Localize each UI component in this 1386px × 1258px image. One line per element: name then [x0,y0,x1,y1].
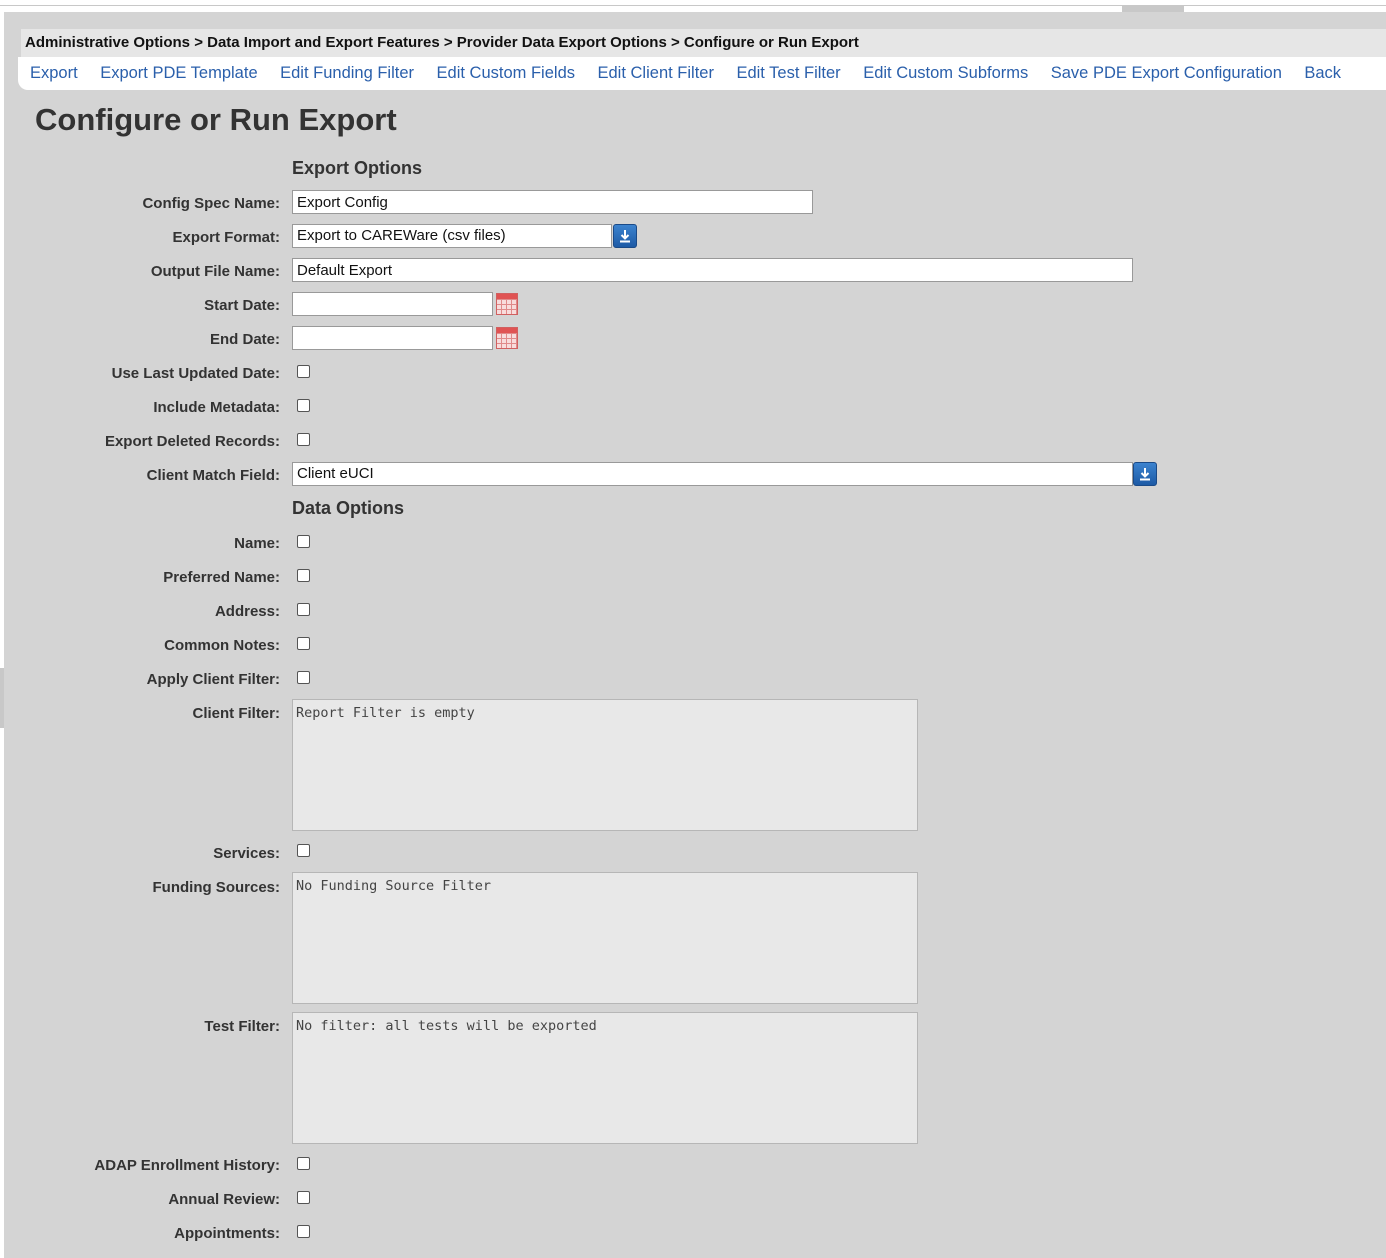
menu-save-pde-export-configuration[interactable]: Save PDE Export Configuration [1051,64,1282,83]
adap-enrollment-history-label: ADAP Enrollment History: [94,1157,280,1174]
use-last-updated-date-checkbox[interactable] [297,365,310,378]
menu-back[interactable]: Back [1304,64,1341,83]
common-notes-label: Common Notes: [164,637,280,654]
breadcrumb: Administrative Options > Data Import and… [21,29,1386,57]
top-strip [0,0,1386,12]
funding-sources-label: Funding Sources: [152,879,281,896]
menu-export[interactable]: Export [30,64,78,83]
preferred-name-checkbox[interactable] [297,569,310,582]
menu-edit-test-filter[interactable]: Edit Test Filter [736,64,840,83]
top-scroll-tab[interactable] [1122,5,1184,12]
output-file-name-label: Output File Name: [150,263,280,280]
preferred-name-label: Preferred Name: [163,569,280,586]
menu-export-pde-template[interactable]: Export PDE Template [100,64,257,83]
services-label: Services: [213,845,280,862]
funding-sources-textarea[interactable]: No Funding Source Filter [292,872,918,1004]
export-options-heading: Export Options [292,158,422,178]
end-date-label: End Date: [209,331,280,348]
address-checkbox[interactable] [297,603,310,616]
menu-edit-funding-filter[interactable]: Edit Funding Filter [280,64,414,83]
page-title: Configure or Run Export [35,102,397,137]
client-match-field-dropdown-button[interactable] [1133,462,1157,486]
start-date-calendar-icon[interactable] [496,293,518,315]
client-match-field-select[interactable]: Client eUCI [292,462,1133,486]
action-menu-bar: Export Export PDE Template Edit Funding … [18,57,1386,90]
download-arrow-icon [620,230,630,243]
test-filter-label: Test Filter: [204,1018,280,1035]
export-format-label: Export Format: [172,229,280,246]
end-date-input[interactable] [292,326,493,350]
start-date-input[interactable] [292,292,493,316]
adap-enrollment-history-checkbox[interactable] [297,1157,310,1170]
output-file-name-input[interactable] [292,258,1133,282]
appointments-checkbox[interactable] [297,1225,310,1238]
name-checkbox[interactable] [297,535,310,548]
use-last-updated-date-label: Use Last Updated Date: [111,365,280,382]
annual-review-checkbox[interactable] [297,1191,310,1204]
main-panel: Administrative Options > Data Import and… [4,12,1386,1258]
config-spec-name-input[interactable] [292,190,813,214]
menu-edit-custom-subforms[interactable]: Edit Custom Subforms [863,64,1028,83]
client-filter-label: Client Filter: [192,705,280,722]
export-deleted-records-checkbox[interactable] [297,433,310,446]
appointments-label: Appointments: [174,1225,280,1242]
data-options-heading: Data Options [292,498,405,518]
test-filter-textarea[interactable]: No filter: all tests will be exported [292,1012,918,1144]
client-match-field-label: Client Match Field: [146,467,280,484]
apply-client-filter-label: Apply Client Filter: [146,671,280,688]
menu-edit-custom-fields[interactable]: Edit Custom Fields [437,64,575,83]
export-format-dropdown-button[interactable] [613,224,637,248]
export-format-select[interactable]: Export to CAREWare (csv files) [292,224,612,248]
apply-client-filter-checkbox[interactable] [297,671,310,684]
name-label: Name: [234,535,280,552]
common-notes-checkbox[interactable] [297,637,310,650]
end-date-calendar-icon[interactable] [496,327,518,349]
include-metadata-label: Include Metadata: [153,399,280,416]
annual-review-label: Annual Review: [168,1191,280,1208]
address-label: Address: [214,603,280,620]
config-spec-name-label: Config Spec Name: [142,195,280,212]
menu-edit-client-filter[interactable]: Edit Client Filter [598,64,714,83]
start-date-label: Start Date: [204,297,280,314]
client-filter-textarea[interactable]: Report Filter is empty [292,699,918,831]
include-metadata-checkbox[interactable] [297,399,310,412]
export-deleted-records-label: Export Deleted Records: [104,433,280,450]
download-arrow-icon [1140,468,1150,481]
services-checkbox[interactable] [297,844,310,857]
